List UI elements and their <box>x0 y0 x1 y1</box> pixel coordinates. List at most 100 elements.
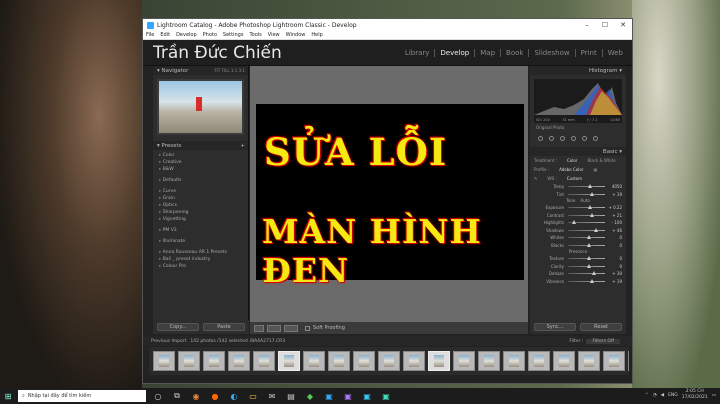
slider-handle[interactable] <box>586 235 591 240</box>
slider-track[interactable] <box>568 235 605 240</box>
filmstrip-thumbnail[interactable] <box>528 351 550 371</box>
filmstrip-thumbnail[interactable] <box>353 351 375 371</box>
tone-auto-button[interactable]: Auto <box>581 198 590 203</box>
tray-chevron-icon[interactable]: ⌃ <box>645 393 649 398</box>
module-map[interactable]: Map <box>475 48 502 57</box>
module-slideshow[interactable]: Slideshow <box>529 48 576 57</box>
filmstrip-thumbnail[interactable] <box>228 351 250 371</box>
premiere-icon[interactable]: ▣ <box>341 392 355 401</box>
slider-value[interactable]: 0 <box>608 264 622 269</box>
preset-group[interactable]: Grain <box>159 195 248 202</box>
firefox-icon[interactable]: ● <box>208 392 222 401</box>
preset-group[interactable]: Illuminate <box>159 238 248 245</box>
histogram[interactable]: ISO 200 31 mm ƒ / 7.1 1/160 <box>534 79 622 123</box>
explorer-icon[interactable]: ▭ <box>246 392 260 401</box>
menu-tools[interactable]: Tools <box>249 32 261 38</box>
navigator-header[interactable]: ▾ Navigator FIT FILL 1:1 3:1 <box>153 66 248 75</box>
preset-group[interactable]: Creative <box>159 159 248 166</box>
filmstrip-thumbnail[interactable] <box>153 351 175 371</box>
filmstrip-thumbnail[interactable] <box>303 351 325 371</box>
basic-header[interactable]: Basic ▾ <box>530 147 626 156</box>
slider-track[interactable] <box>568 271 605 276</box>
sync-button[interactable]: Sync... <box>534 323 576 331</box>
filmstrip-thumbnail[interactable] <box>278 351 300 371</box>
slider-value[interactable]: 4050 <box>608 184 622 189</box>
store-icon[interactable]: ▤ <box>284 392 298 401</box>
menu-file[interactable]: File <box>146 32 154 38</box>
task-view-icon[interactable]: ⧉ <box>170 391 184 401</box>
filmstrip[interactable] <box>149 347 629 375</box>
radial-filter-icon[interactable] <box>582 135 587 141</box>
slider-track[interactable] <box>568 220 605 225</box>
photo-preview[interactable]: SỬA LỖI MÀN HÌNH ĐEN <box>256 104 524 290</box>
preset-group[interactable]: Curve <box>159 188 248 195</box>
image-canvas[interactable]: SỬA LỖI MÀN HÌNH ĐEN <box>250 66 528 322</box>
presets-header[interactable]: ▾ Presets + <box>153 141 248 150</box>
slider-value[interactable]: + 46 <box>608 228 622 233</box>
slider-handle[interactable] <box>590 278 595 283</box>
menu-edit[interactable]: Edit <box>160 32 170 38</box>
slider-value[interactable]: + 19 <box>608 279 622 284</box>
menu-view[interactable]: View <box>268 32 280 38</box>
preset-group[interactable]: PM V3 <box>159 227 248 234</box>
navigator-preview[interactable] <box>157 79 244 135</box>
filmstrip-thumbnail[interactable] <box>328 351 350 371</box>
filmstrip-thumbnail[interactable] <box>203 351 225 371</box>
slider-handle[interactable] <box>592 271 597 276</box>
reset-button[interactable]: Reset <box>580 323 622 331</box>
spot-removal-icon[interactable] <box>549 135 554 141</box>
slider-value[interactable]: + 19 <box>608 192 622 197</box>
slider-track[interactable] <box>568 278 605 283</box>
minimize-button[interactable]: – <box>578 21 596 29</box>
slider-track[interactable] <box>568 263 605 268</box>
slider-track[interactable] <box>568 212 605 217</box>
slider-track[interactable] <box>568 205 605 210</box>
filmstrip-thumbnail[interactable] <box>403 351 425 371</box>
module-book[interactable]: Book <box>501 48 530 57</box>
filter-select[interactable]: Filters Off <box>586 338 620 344</box>
filmstrip-thumbnail[interactable] <box>578 351 600 371</box>
filmstrip-thumbnail[interactable] <box>428 351 450 371</box>
preset-group[interactable]: B&W <box>159 166 248 173</box>
preset-group[interactable]: Optics <box>159 202 248 209</box>
module-print[interactable]: Print <box>576 48 603 57</box>
filmstrip-source[interactable]: Previous Import <box>151 339 186 344</box>
preset-group[interactable]: Color <box>159 152 248 159</box>
filmstrip-thumbnail[interactable] <box>253 351 275 371</box>
slider-handle[interactable] <box>586 256 591 261</box>
slider-value[interactable]: + 0.22 <box>608 205 622 210</box>
slider-value[interactable]: + 30 <box>608 271 622 276</box>
slider-value[interactable]: + 21 <box>608 213 622 218</box>
preset-group[interactable]: Colour Pro <box>159 263 248 270</box>
eyedropper-icon[interactable]: ✎ <box>534 176 537 181</box>
edge-icon[interactable]: ◐ <box>227 392 241 401</box>
treatment-bw[interactable]: Black & White <box>587 158 615 163</box>
filmstrip-thumbnail[interactable] <box>453 351 475 371</box>
menu-photo[interactable]: Photo <box>203 32 217 38</box>
preset-group[interactable]: Anna Rousseau AR 1 Presets <box>159 249 248 256</box>
cortana-icon[interactable]: ○ <box>151 392 165 401</box>
slider-value[interactable]: 0 <box>608 235 622 240</box>
soft-proofing-checkbox[interactable] <box>305 325 310 331</box>
slider-handle[interactable] <box>588 184 593 189</box>
filmstrip-thumbnail[interactable] <box>553 351 575 371</box>
menu-develop[interactable]: Develop <box>176 32 197 38</box>
preset-group[interactable]: Sharpening <box>159 209 248 216</box>
profile-select[interactable]: Adobe Color <box>559 167 583 172</box>
slider-handle[interactable] <box>586 263 591 268</box>
module-develop[interactable]: Develop <box>435 48 476 57</box>
filmstrip-thumbnail[interactable] <box>503 351 525 371</box>
menu-help[interactable]: Help <box>311 32 322 38</box>
wb-select[interactable]: Custom <box>567 176 582 181</box>
language-indicator[interactable]: ENG <box>668 393 678 398</box>
notification-icon[interactable]: ▭ <box>712 393 716 398</box>
slider-handle[interactable] <box>593 227 598 232</box>
slider-track[interactable] <box>568 184 605 189</box>
filmstrip-thumbnail[interactable] <box>378 351 400 371</box>
slider-handle[interactable] <box>590 191 595 196</box>
red-eye-icon[interactable] <box>560 135 565 141</box>
menu-settings[interactable]: Settings <box>223 32 244 38</box>
crop-tool-icon[interactable] <box>538 135 543 141</box>
histogram-header[interactable]: Histogram ▾ <box>530 66 626 75</box>
close-button[interactable]: ✕ <box>614 21 632 29</box>
